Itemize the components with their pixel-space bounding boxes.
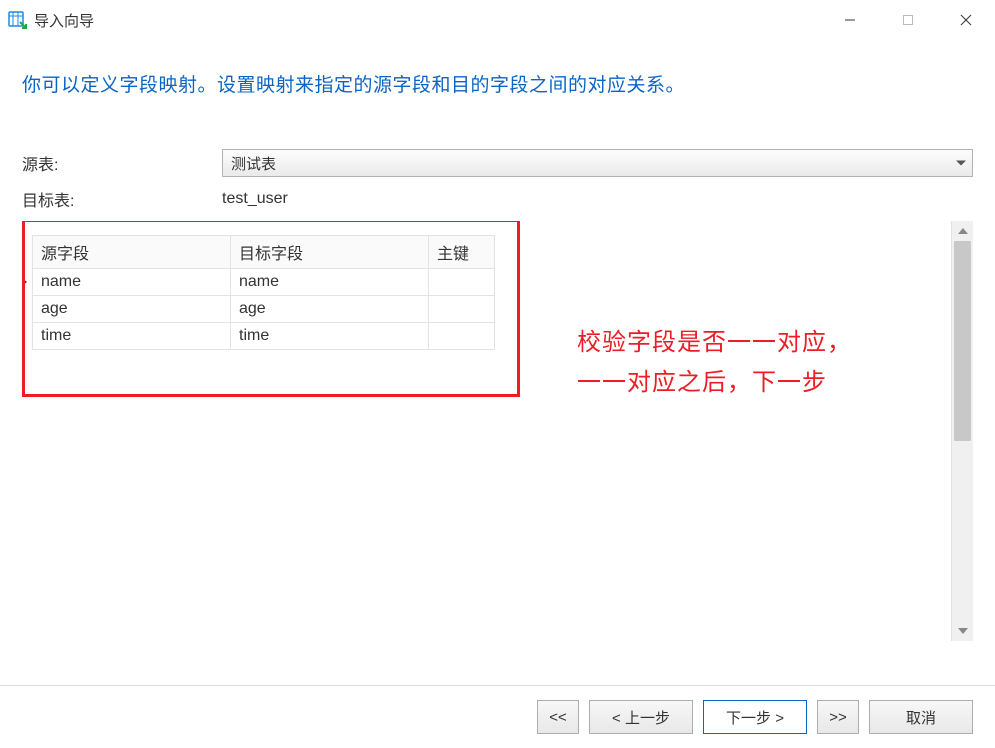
- current-row-marker-icon: [22, 276, 27, 288]
- wizard-description: 你可以定义字段映射。设置映射来指定的源字段和目的字段之间的对应关系。: [0, 40, 995, 107]
- scroll-up-button[interactable]: [952, 221, 973, 241]
- window-controls: [821, 0, 995, 40]
- mapping-inner: 源字段 目标字段 主键 name name age age: [22, 221, 951, 641]
- source-table-select[interactable]: 测试表: [222, 149, 973, 177]
- form-area: 源表: 测试表 目标表: test_user: [0, 107, 995, 215]
- first-page-button[interactable]: <<: [537, 700, 579, 734]
- cell-target-field[interactable]: age: [231, 296, 429, 323]
- vertical-scrollbar[interactable]: [951, 221, 973, 641]
- previous-button[interactable]: < 上一步: [589, 700, 693, 734]
- source-table-row: 源表: 测试表: [22, 147, 973, 179]
- mapping-area: 源字段 目标字段 主键 name name age age: [22, 221, 973, 641]
- scroll-down-button[interactable]: [952, 621, 973, 641]
- cell-primary-key[interactable]: [429, 323, 495, 350]
- source-table-label: 源表:: [22, 151, 222, 175]
- cell-source-field[interactable]: age: [33, 296, 231, 323]
- window-title: 导入向导: [34, 10, 94, 31]
- cell-target-field[interactable]: name: [231, 269, 429, 296]
- target-table-row: 目标表: test_user: [22, 183, 973, 215]
- cell-target-field[interactable]: time: [231, 323, 429, 350]
- source-table-value: 测试表: [231, 153, 276, 174]
- scroll-track[interactable]: [952, 241, 973, 621]
- cell-source-field[interactable]: time: [33, 323, 231, 350]
- import-wizard-icon: [8, 10, 28, 30]
- target-table-label: 目标表:: [22, 187, 222, 211]
- annotation-line1: 校验字段是否一一对应，: [577, 323, 852, 363]
- last-page-button[interactable]: >>: [817, 700, 859, 734]
- cancel-button[interactable]: 取消: [869, 700, 973, 734]
- cell-source-field[interactable]: name: [33, 269, 231, 296]
- close-button[interactable]: [937, 0, 995, 40]
- minimize-button[interactable]: [821, 0, 879, 40]
- next-button[interactable]: 下一步 >: [703, 700, 807, 734]
- header-source-field: 源字段: [33, 236, 231, 269]
- annotation-line2: 一一对应之后，下一步: [577, 363, 852, 403]
- scroll-thumb[interactable]: [954, 241, 971, 441]
- wizard-footer: << < 上一步 下一步 > >> 取消: [537, 700, 973, 734]
- table-row[interactable]: time time: [33, 323, 495, 350]
- cell-primary-key[interactable]: [429, 269, 495, 296]
- chevron-down-icon: [956, 161, 966, 166]
- header-target-field: 目标字段: [231, 236, 429, 269]
- maximize-button: [879, 0, 937, 40]
- cell-primary-key[interactable]: [429, 296, 495, 323]
- table-header-row: 源字段 目标字段 主键: [33, 236, 495, 269]
- titlebar: 导入向导: [0, 0, 995, 40]
- footer-divider: [0, 685, 995, 686]
- header-primary-key: 主键: [429, 236, 495, 269]
- cell-text: name: [41, 273, 81, 290]
- table-row[interactable]: name name: [33, 269, 495, 296]
- target-table-value: test_user: [222, 190, 288, 208]
- table-row[interactable]: age age: [33, 296, 495, 323]
- annotation-text: 校验字段是否一一对应， 一一对应之后，下一步: [577, 323, 852, 403]
- field-mapping-table[interactable]: 源字段 目标字段 主键 name name age age: [32, 235, 495, 350]
